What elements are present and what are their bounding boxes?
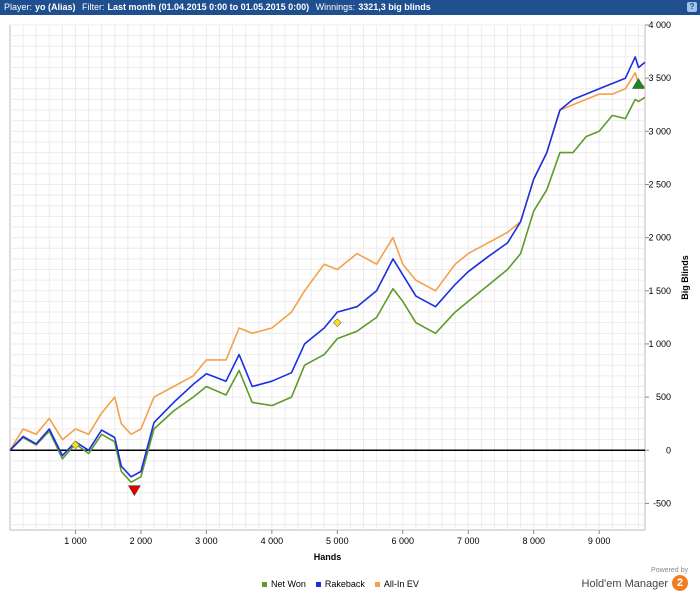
winnings-label: Winnings: bbox=[315, 2, 356, 12]
question-icon[interactable]: ? bbox=[687, 2, 697, 12]
player-value: yo (Alias) bbox=[35, 2, 76, 12]
y-tick-label: -500 bbox=[653, 498, 671, 508]
x-tick-label: 7 000 bbox=[457, 536, 480, 546]
header-bar: Player: yo (Alias) Filter: Last month (01.… bbox=[0, 0, 700, 15]
legend-item[interactable]: Net Won bbox=[262, 579, 306, 589]
winnings-value: 3321,3 big blinds bbox=[358, 2, 431, 12]
y-tick-label: 1 500 bbox=[648, 286, 671, 296]
x-tick-label: 9 000 bbox=[588, 536, 611, 546]
legend: Net Won Rakeback All-In EV bbox=[262, 579, 419, 589]
y-tick-label: 4 000 bbox=[648, 20, 671, 30]
y-tick-label: 3 500 bbox=[648, 73, 671, 83]
y-axis-title: Big Blinds bbox=[680, 255, 690, 300]
legend-label: Rakeback bbox=[324, 579, 365, 589]
powered-by-text: Powered by bbox=[651, 567, 688, 574]
legend-swatch bbox=[374, 581, 380, 587]
winnings-chart: 1 000 2 000 3 000 4 000 5 000 6 000 7 000 8 000… bbox=[9, 20, 690, 562]
y-tick-label: 500 bbox=[656, 392, 671, 402]
filter-label: Filter: bbox=[82, 2, 105, 12]
y-tick-label: 0 bbox=[666, 445, 671, 455]
player-label: Player: bbox=[4, 2, 33, 12]
legend-item[interactable]: Rakeback bbox=[315, 579, 365, 589]
x-tick-label: 5 000 bbox=[326, 536, 349, 546]
plot-area bbox=[9, 24, 646, 531]
hem-logo-icon: 2 bbox=[672, 574, 688, 591]
filter-value: Last month (01.04.2015 0:00 to 01.05.201… bbox=[107, 2, 310, 12]
legend-label: All-In EV bbox=[383, 579, 419, 589]
x-tick-label: 6 000 bbox=[392, 536, 415, 546]
x-tick-label: 8 000 bbox=[522, 536, 545, 546]
legend-label: Net Won bbox=[271, 579, 306, 589]
x-tick-label: 4 000 bbox=[261, 536, 284, 546]
y-tick-label: 2 500 bbox=[648, 179, 671, 189]
y-tick-label: 3 000 bbox=[648, 126, 671, 136]
x-tick-label: 1 000 bbox=[64, 536, 87, 546]
x-tick-label: 3 000 bbox=[195, 536, 218, 546]
legend-swatch bbox=[315, 581, 321, 587]
legend-item[interactable]: All-In EV bbox=[374, 579, 419, 589]
legend-swatch bbox=[262, 581, 267, 587]
x-tick-label: 2 000 bbox=[130, 536, 153, 546]
x-axis-title: Hands bbox=[314, 552, 342, 562]
brand-name: Hold'em Manager bbox=[581, 578, 668, 590]
y-tick-label: 2 000 bbox=[648, 233, 671, 243]
y-tick-label: 1 000 bbox=[648, 339, 671, 349]
brand-block: Powered by Hold'em Manager 2 bbox=[582, 567, 688, 592]
